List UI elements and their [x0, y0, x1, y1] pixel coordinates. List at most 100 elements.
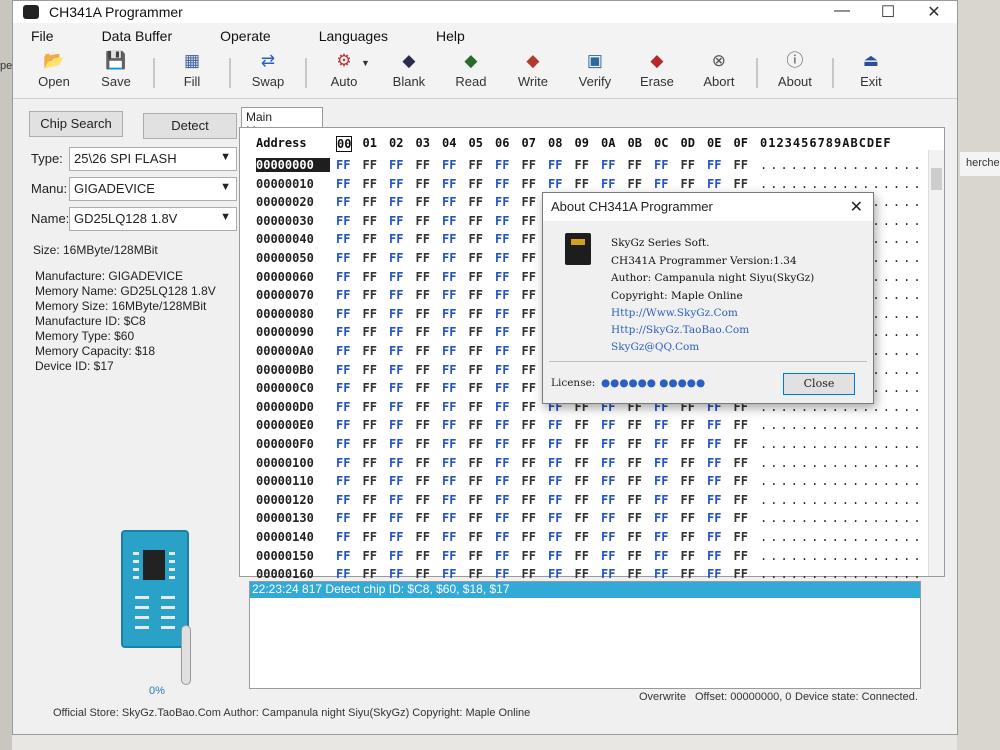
hex-byte[interactable]: FF: [336, 195, 350, 209]
hex-byte[interactable]: FF: [495, 363, 509, 377]
hex-byte[interactable]: FF: [363, 456, 377, 470]
hex-byte[interactable]: FF: [389, 270, 403, 284]
hex-byte[interactable]: FF: [495, 288, 509, 302]
hex-byte[interactable]: FF: [707, 177, 721, 191]
hex-byte[interactable]: FF: [469, 158, 483, 172]
hex-byte[interactable]: FF: [707, 418, 721, 432]
hex-byte[interactable]: FF: [628, 474, 642, 488]
hex-byte[interactable]: FF: [363, 158, 377, 172]
hex-byte[interactable]: FF: [363, 177, 377, 191]
hex-byte[interactable]: FF: [389, 493, 403, 507]
hex-byte[interactable]: FF: [336, 270, 350, 284]
hex-byte[interactable]: FF: [469, 530, 483, 544]
hex-byte[interactable]: FF: [442, 195, 456, 209]
hex-byte[interactable]: FF: [442, 456, 456, 470]
close-button[interactable]: Close: [783, 373, 855, 395]
hex-byte[interactable]: FF: [336, 363, 350, 377]
hex-byte[interactable]: FF: [495, 307, 509, 321]
hex-byte[interactable]: FF: [522, 344, 536, 358]
hex-byte[interactable]: FF: [495, 325, 509, 339]
hex-byte[interactable]: FF: [522, 511, 536, 525]
hex-byte[interactable]: FF: [522, 530, 536, 544]
hex-byte[interactable]: FF: [363, 381, 377, 395]
hex-byte[interactable]: FF: [681, 177, 695, 191]
hex-byte[interactable]: FF: [734, 158, 748, 172]
hex-byte[interactable]: FF: [442, 158, 456, 172]
hex-byte[interactable]: FF: [707, 456, 721, 470]
hex-byte[interactable]: FF: [548, 437, 562, 451]
hex-byte[interactable]: FF: [389, 381, 403, 395]
hex-byte[interactable]: FF: [389, 325, 403, 339]
hex-byte[interactable]: FF: [416, 288, 430, 302]
hex-byte[interactable]: FF: [522, 214, 536, 228]
hex-byte[interactable]: FF: [336, 511, 350, 525]
abort-button[interactable]: ⊗ Abort: [688, 50, 750, 98]
hex-byte[interactable]: FF: [628, 549, 642, 563]
hex-byte[interactable]: FF: [601, 437, 615, 451]
hex-byte[interactable]: FF: [628, 437, 642, 451]
hex-byte[interactable]: FF: [336, 418, 350, 432]
hex-byte[interactable]: FF: [469, 567, 483, 581]
hex-byte[interactable]: FF: [734, 474, 748, 488]
hex-byte[interactable]: FF: [495, 232, 509, 246]
hex-byte[interactable]: FF: [575, 549, 589, 563]
hex-byte[interactable]: FF: [363, 567, 377, 581]
hex-byte[interactable]: FF: [681, 567, 695, 581]
menu-data-buffer[interactable]: Data Buffer: [102, 28, 173, 44]
about-button[interactable]: ⓘ About: [764, 50, 826, 98]
hex-byte[interactable]: FF: [336, 530, 350, 544]
hex-byte[interactable]: FF: [389, 214, 403, 228]
hex-byte[interactable]: FF: [336, 307, 350, 321]
hex-byte[interactable]: FF: [522, 493, 536, 507]
hex-byte[interactable]: FF: [681, 530, 695, 544]
hex-byte[interactable]: FF: [442, 363, 456, 377]
hex-byte[interactable]: FF: [336, 437, 350, 451]
hex-byte[interactable]: FF: [522, 288, 536, 302]
hex-byte[interactable]: FF: [522, 381, 536, 395]
hex-byte[interactable]: FF: [442, 381, 456, 395]
hex-byte[interactable]: FF: [495, 251, 509, 265]
hex-byte[interactable]: FF: [495, 437, 509, 451]
hex-byte[interactable]: FF: [628, 418, 642, 432]
hex-byte[interactable]: FF: [469, 195, 483, 209]
close-icon[interactable]: ✕: [850, 197, 863, 217]
hex-byte[interactable]: FF: [442, 344, 456, 358]
hex-byte[interactable]: FF: [416, 307, 430, 321]
hex-byte[interactable]: FF: [363, 437, 377, 451]
hex-byte[interactable]: FF: [522, 325, 536, 339]
hex-byte[interactable]: FF: [681, 549, 695, 563]
hex-byte[interactable]: FF: [654, 418, 668, 432]
hex-byte[interactable]: FF: [363, 232, 377, 246]
hex-byte[interactable]: FF: [389, 158, 403, 172]
hex-byte[interactable]: FF: [522, 400, 536, 414]
hex-byte[interactable]: FF: [363, 474, 377, 488]
hex-byte[interactable]: FF: [442, 418, 456, 432]
hex-byte[interactable]: FF: [495, 418, 509, 432]
hex-byte[interactable]: FF: [548, 567, 562, 581]
hex-byte[interactable]: FF: [336, 549, 350, 563]
hex-byte[interactable]: FF: [548, 418, 562, 432]
hex-byte[interactable]: FF: [522, 307, 536, 321]
hex-byte[interactable]: FF: [389, 344, 403, 358]
hex-byte[interactable]: FF: [389, 456, 403, 470]
erase-button[interactable]: ◆ Erase: [626, 50, 688, 98]
hex-byte[interactable]: FF: [469, 177, 483, 191]
hex-byte[interactable]: FF: [495, 530, 509, 544]
hex-byte[interactable]: FF: [469, 437, 483, 451]
auto-dropdown-icon[interactable]: ▼: [361, 58, 370, 68]
hex-byte[interactable]: FF: [336, 325, 350, 339]
hex-byte[interactable]: FF: [654, 567, 668, 581]
hex-byte[interactable]: FF: [442, 270, 456, 284]
hex-byte[interactable]: FF: [495, 493, 509, 507]
hex-byte[interactable]: FF: [495, 511, 509, 525]
hex-byte[interactable]: FF: [363, 288, 377, 302]
hex-byte[interactable]: FF: [363, 530, 377, 544]
hex-byte[interactable]: FF: [628, 530, 642, 544]
close-window-button[interactable]: ✕: [911, 2, 957, 22]
hex-byte[interactable]: FF: [389, 232, 403, 246]
hex-byte[interactable]: FF: [389, 363, 403, 377]
hex-byte[interactable]: FF: [601, 177, 615, 191]
hex-byte[interactable]: FF: [416, 511, 430, 525]
save-button[interactable]: 💾 Save: [85, 50, 147, 98]
fill-button[interactable]: ▦ Fill: [161, 50, 223, 98]
